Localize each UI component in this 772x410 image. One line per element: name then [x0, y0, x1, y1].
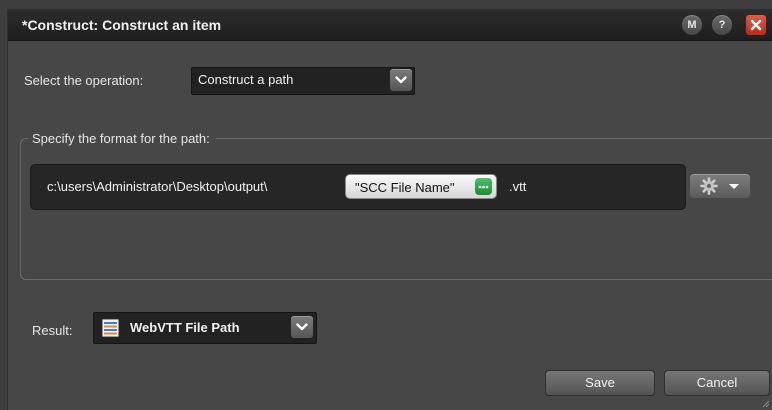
save-button[interactable]: Save — [545, 370, 655, 396]
operation-value: Construct a path — [198, 72, 294, 87]
window-title: *Construct: Construct an item — [22, 17, 222, 33]
chevron-down-icon — [395, 76, 407, 84]
operation-label: Select the operation: — [24, 73, 144, 88]
path-suffix-text: .vtt — [509, 179, 527, 194]
gear-icon — [700, 177, 718, 195]
title-bar[interactable]: *Construct: Construct an item M ? — [8, 10, 772, 41]
ellipsis-icon — [478, 185, 489, 189]
resize-grip-icon[interactable] — [760, 398, 770, 408]
operation-dropdown-button[interactable] — [390, 69, 412, 91]
operation-select[interactable]: Construct a path — [191, 67, 415, 95]
file-path-icon — [102, 319, 119, 337]
chevron-down-icon — [296, 323, 308, 331]
construct-dialog: *Construct: Construct an item M ? Select… — [8, 10, 772, 410]
help-icon: ? — [718, 19, 726, 31]
path-prefix-text: c:\users\Administrator\Desktop\output\ — [47, 179, 268, 194]
result-label: Result: — [32, 323, 73, 338]
close-button[interactable] — [746, 15, 766, 35]
token-label: "SCC File Name" — [355, 180, 455, 195]
result-select[interactable]: WebVTT File Path — [93, 312, 317, 344]
result-value: WebVTT File Path — [130, 320, 240, 335]
scc-file-name-token[interactable]: "SCC File Name" — [345, 174, 497, 199]
close-icon — [750, 19, 762, 31]
result-dropdown-button[interactable] — [291, 316, 313, 338]
m-icon: M — [687, 19, 697, 31]
m-button[interactable]: M — [682, 15, 702, 35]
format-legend: Specify the format for the path: — [28, 131, 216, 146]
chevron-down-icon — [729, 184, 739, 189]
token-menu-button[interactable] — [475, 178, 492, 195]
cancel-button[interactable]: Cancel — [664, 370, 770, 396]
help-button[interactable]: ? — [712, 15, 732, 35]
settings-dropdown-button[interactable] — [690, 174, 750, 198]
path-format-field[interactable]: c:\users\Administrator\Desktop\output\ "… — [30, 164, 686, 210]
